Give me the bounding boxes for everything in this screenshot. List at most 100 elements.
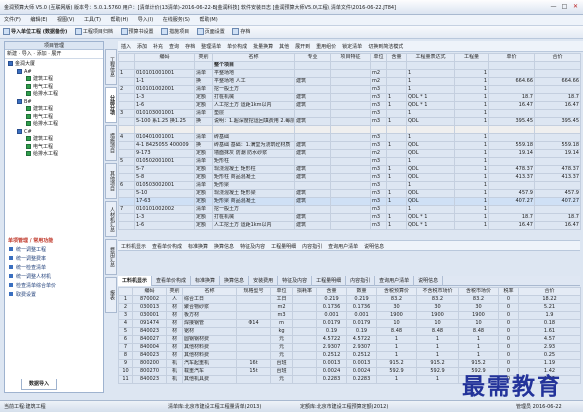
table-cell[interactable]: 1 (454, 148, 489, 158)
table-cell[interactable] (370, 61, 387, 70)
table-cell[interactable] (118, 220, 135, 230)
table-cell[interactable]: 3 (118, 109, 135, 118)
table-cell[interactable]: 焊接钢管 (182, 319, 237, 328)
table-cell[interactable] (330, 220, 371, 230)
detail-tab[interactable]: 查看单价构成 (152, 276, 192, 286)
table-cell[interactable]: 6 (118, 335, 133, 344)
table-cell[interactable]: 1 (454, 204, 489, 214)
table-row[interactable]: 2 030013 材聚合物砂浆 m2 0.1736 0.1736 30 30 30 0 5.21 (118, 303, 581, 312)
table-cell[interactable]: 010103001001 (134, 109, 195, 118)
table-cell[interactable]: 19.14 (488, 148, 535, 158)
table-cell[interactable] (488, 180, 535, 190)
table-cell[interactable]: 16.47 (534, 101, 581, 110)
table-row[interactable]: 3 030001 材板方材 m3 0.001 0.001 1900 1900 1900 0 1.9 (118, 311, 581, 320)
tree-node[interactable]: 给排水工程 (8, 151, 103, 159)
table-cell[interactable] (330, 188, 371, 198)
table-cell[interactable] (212, 125, 295, 134)
column-header[interactable]: 合价 (518, 287, 581, 296)
table-cell[interactable] (386, 69, 407, 78)
table-cell[interactable]: m3 (370, 117, 387, 126)
table-cell[interactable]: 清单 (194, 85, 213, 94)
table-cell[interactable]: 建筑 (294, 93, 331, 102)
table-cell[interactable]: 5-8 (134, 172, 195, 182)
function-link[interactable]: 统一调整人材机 (5, 273, 103, 282)
table-row[interactable]: 1 010101001001 清单 平整场地 m2 1 1 (118, 69, 581, 78)
function-link[interactable]: 统一检查清单 (5, 264, 103, 273)
column-header[interactable]: 单位 (370, 53, 387, 62)
table-cell[interactable]: 1 (416, 335, 459, 344)
table-cell[interactable] (118, 101, 135, 110)
table-cell[interactable] (294, 180, 331, 190)
table-cell[interactable]: 1 (386, 140, 407, 150)
table-cell[interactable]: 锯材 (182, 327, 237, 336)
table-cell[interactable]: 83.2 (416, 295, 459, 304)
column-header[interactable]: 类别 (166, 287, 183, 296)
table-cell[interactable]: 010101001001 (134, 69, 195, 78)
table-cell[interactable]: 1-6 (134, 101, 195, 110)
table-cell[interactable]: 4.5722 (316, 335, 347, 344)
table-cell[interactable]: 矩形柱 (212, 156, 295, 166)
table-cell[interactable]: 0.25 (518, 351, 581, 360)
detail-tab[interactable]: 工程量明细 (312, 276, 347, 286)
table-cell[interactable]: 1 (454, 69, 489, 78)
table-cell[interactable]: 1 (386, 220, 407, 230)
table-cell[interactable]: 建筑 (294, 140, 331, 150)
tree-node[interactable]: 给排水工程 (8, 121, 103, 129)
table-cell[interactable] (488, 109, 535, 118)
table-cell[interactable]: QDL (406, 196, 455, 206)
table-cell[interactable]: 定额 (194, 172, 213, 182)
table-cell[interactable]: m2 (370, 69, 387, 78)
table-cell[interactable] (118, 148, 135, 158)
menu-import[interactable]: 导入(I) (134, 15, 157, 26)
table-cell[interactable]: 0.1736 (316, 303, 347, 312)
table-cell[interactable]: 4.5722 (346, 335, 377, 344)
tree-node[interactable]: 金润大厦 (8, 61, 103, 69)
table-cell[interactable]: 汽车起重机 (182, 359, 237, 368)
table-row[interactable]: 5-7 定额 现浇混凝土 矩形柱 建筑 m3 1 QDL 1 478.37 478.37 (118, 164, 581, 174)
table-row[interactable]: 1 870002 人综合工日 工日 0.219 0.219 83.2 83.2 83.2 0 18.… (118, 295, 581, 304)
table-cell[interactable]: 矩形梁 商品混凝土 (212, 196, 295, 206)
tree-node[interactable]: 建筑工程 (8, 106, 103, 114)
table-cell[interactable] (330, 156, 371, 166)
table-cell[interactable]: 1 (454, 93, 489, 102)
table-row[interactable]: 1-3 定额 打桩机械 建筑 m3 1 QDL * 1 1 18.7 18.7 (118, 212, 581, 222)
table-cell[interactable]: 定额 (194, 212, 213, 222)
table-cell[interactable]: 建筑 (294, 164, 331, 174)
table-cell[interactable]: m3 (370, 93, 387, 102)
table-cell[interactable] (292, 311, 317, 320)
table-cell[interactable]: 1 (386, 101, 407, 110)
table-cell[interactable]: 2.93 (518, 343, 581, 352)
table-cell[interactable] (330, 93, 371, 102)
table-cell[interactable] (330, 69, 371, 78)
table-cell[interactable]: 0.219 (346, 295, 377, 304)
table-row[interactable]: 1-6 定额 人工挖土方 运距1km以内 建筑 m3 1 QDL * 1 1 16.47 16.4… (118, 220, 581, 230)
table-cell[interactable]: 1 (376, 375, 417, 384)
column-header[interactable]: 名称 (182, 287, 237, 296)
table-cell[interactable]: 3 (118, 311, 133, 320)
table-cell[interactable]: 清单 (194, 156, 213, 166)
table-cell[interactable] (292, 343, 317, 352)
table-cell[interactable]: 5 (118, 156, 135, 166)
function-link[interactable]: 检查清单综合单价 (5, 282, 103, 291)
table-cell[interactable] (488, 204, 535, 214)
tree-node[interactable]: A# (8, 68, 103, 77)
table-cell[interactable] (118, 164, 135, 174)
table-cell[interactable]: 1 (454, 85, 489, 94)
table-cell[interactable]: m3 (370, 196, 387, 206)
table-cell[interactable]: 457.9 (534, 188, 581, 198)
table-cell[interactable]: 0 (498, 351, 519, 360)
table-cell[interactable] (534, 180, 581, 190)
table-cell[interactable]: 8.48 (458, 327, 499, 336)
table-cell[interactable] (292, 367, 317, 376)
table-cell[interactable]: 664.66 (534, 77, 581, 86)
table-cell[interactable] (330, 204, 371, 214)
table-cell[interactable]: 建筑 (294, 77, 331, 86)
table-cell[interactable] (292, 303, 317, 312)
table-cell[interactable]: 800200 (132, 359, 167, 368)
table-cell[interactable]: 30 (416, 303, 459, 312)
table-cell[interactable] (330, 77, 371, 86)
table-cell[interactable]: 870002 (132, 295, 167, 304)
table-cell[interactable]: 010502001001 (134, 156, 195, 166)
table-cell[interactable]: 1 (454, 212, 489, 222)
table-cell[interactable] (488, 156, 535, 166)
